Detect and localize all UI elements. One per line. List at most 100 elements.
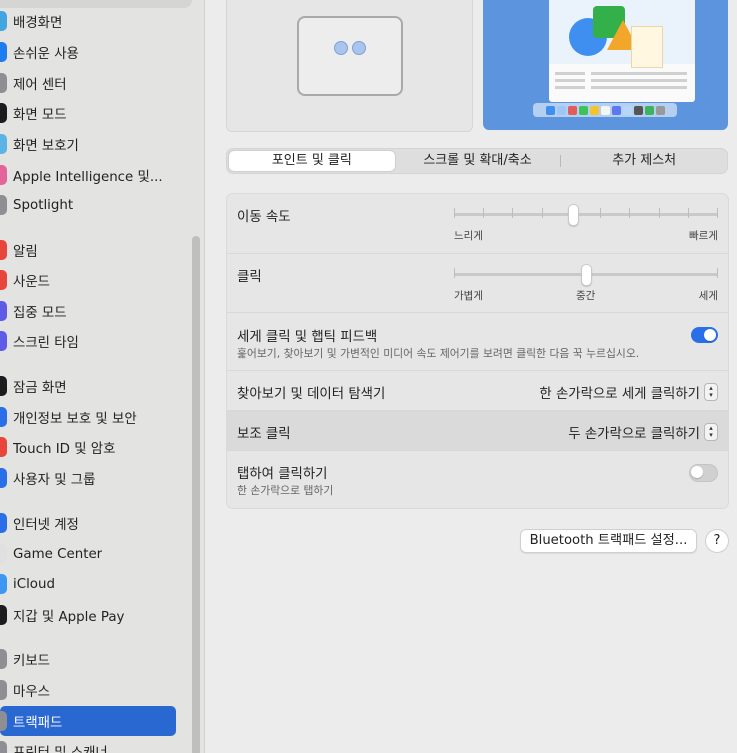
click-label: 클릭 [237, 270, 262, 285]
slider-tick [454, 208, 455, 218]
tab-more-gestures[interactable]: 추가 제스처 [561, 151, 727, 171]
main-content: 포인트 및 클릭 스크롤 및 확대/축소 추가 제스처 이동 속도 느리게 빠르… [205, 0, 737, 753]
slider-tick [512, 208, 513, 218]
sidebar-item[interactable]: 제어 센터 [0, 68, 176, 98]
internet-accounts-icon [0, 513, 7, 533]
tab-scroll-and-zoom[interactable]: 스크롤 및 확대/축소 [395, 151, 561, 171]
sidebar-item-label: 배경화면 [13, 16, 63, 31]
sidebar-item[interactable]: Spotlight [0, 190, 176, 220]
toggle-knob [691, 466, 703, 478]
slider-tick [688, 208, 689, 218]
sidebar-item[interactable]: 사용자 및 그룹 [0, 463, 176, 493]
sound-icon [0, 270, 7, 290]
click-row: 클릭 가볍게 중간 세게 [227, 253, 728, 313]
sidebar-item-label: Touch ID 및 암호 [13, 442, 116, 457]
printer-icon [0, 741, 7, 753]
sidebar-item[interactable]: 잠금 화면 [0, 371, 176, 401]
sidebar-item[interactable]: 트랙패드 [0, 706, 176, 736]
slider-tick [717, 268, 718, 278]
game-center-icon [0, 544, 7, 564]
sidebar-item-label: Game Center [13, 546, 103, 562]
sidebar-item[interactable]: Touch ID 및 암호 [0, 432, 176, 462]
sidebar-item[interactable]: 화면 모드 [0, 98, 176, 128]
tab-point-and-click[interactable]: 포인트 및 클릭 [229, 151, 395, 171]
sidebar-item-label: Apple Intelligence 및... [13, 170, 163, 185]
tracking-speed-max-label: 빠르게 [689, 230, 718, 242]
sidebar-item[interactable]: 집중 모드 [0, 296, 176, 326]
gesture-video-preview [483, 0, 728, 130]
sidebar-item-label: 트랙패드 [13, 716, 63, 731]
apple-intelligence-icon [0, 165, 7, 185]
popup-chevron-icon: ▴ ▾ [704, 383, 718, 401]
sidebar-item[interactable]: 프린터 및 스캐너 [0, 736, 176, 753]
mouse-icon [0, 680, 7, 700]
sidebar-item[interactable]: 인터넷 계정 [0, 508, 176, 538]
sidebar-item-label: 손쉬운 사용 [13, 47, 79, 62]
wallpaper-icon [0, 11, 7, 31]
sidebar-item-label: iCloud [13, 576, 55, 592]
sidebar-item[interactable]: 손쉬운 사용 [0, 37, 176, 67]
sidebar-item[interactable]: 개인정보 보호 및 보안 [0, 402, 176, 432]
accessibility-icon [0, 42, 7, 62]
sidebar-item[interactable]: 알림 [0, 235, 176, 265]
toggle-knob [704, 329, 716, 341]
finger-dot [352, 41, 366, 55]
help-button[interactable]: ? [705, 529, 729, 553]
users-groups-icon [0, 468, 7, 488]
tap-to-click-description: 한 손가락으로 탭하기 [237, 484, 334, 497]
slider-track [454, 213, 718, 216]
force-click-description: 훑어보기, 찾아보기 및 가변적인 미디어 속도 제어기를 보려면 클릭한 다음… [237, 347, 640, 360]
sidebar-item[interactable]: 사운드 [0, 265, 176, 295]
lookup-popup[interactable]: 한 손가락으로 세게 클릭하기 ▴ ▾ [539, 382, 718, 402]
preview-text-line [555, 72, 585, 75]
focus-icon [0, 301, 7, 321]
control-center-icon [0, 73, 7, 93]
slider-knob[interactable] [581, 264, 592, 286]
tap-to-click-toggle[interactable] [689, 464, 718, 482]
sidebar-item-label: 스크린 타임 [13, 336, 79, 351]
tracking-speed-label: 이동 속도 [237, 210, 291, 225]
sidebar-scrollbar[interactable] [192, 236, 200, 753]
force-click-row: 세게 클릭 및 햅틱 피드백 훑어보기, 찾아보기 및 가변적인 미디어 속도 … [227, 312, 728, 371]
slider-tick [483, 208, 484, 218]
screen-saver-icon [0, 134, 7, 154]
sidebar-item-label: 개인정보 보호 및 보안 [13, 412, 137, 427]
lock-screen-icon [0, 376, 7, 396]
sidebar-item-label: 제어 센터 [13, 78, 67, 93]
preview-text-line [555, 86, 585, 89]
click-mid-label: 중간 [576, 290, 596, 302]
slider-knob[interactable] [568, 204, 579, 226]
trackpad-preview [226, 0, 473, 132]
notifications-icon [0, 240, 7, 260]
lookup-row: 찾아보기 및 데이터 탐색기 한 손가락으로 세게 클릭하기 ▴ ▾ [227, 370, 728, 411]
force-click-label: 세게 클릭 및 햅틱 피드백 [237, 330, 378, 345]
tap-to-click-row: 탭하여 클릭하기 한 손가락으로 탭하기 [227, 450, 728, 508]
preview-text-line [591, 72, 687, 75]
sidebar-item[interactable]: 마우스 [0, 675, 176, 705]
sidebar-item[interactable]: 배경화면 [0, 6, 176, 36]
sidebar-item[interactable]: Game Center [0, 539, 176, 569]
force-click-toggle[interactable] [691, 327, 718, 343]
trackpad-illustration [297, 16, 403, 96]
trackpad-icon [0, 711, 7, 731]
sidebar-item[interactable]: Apple Intelligence 및... [0, 160, 176, 190]
preview-window [549, 0, 695, 102]
slider-tick [454, 268, 455, 278]
slider-tick [600, 208, 601, 218]
sidebar-item-label: 사용자 및 그룹 [13, 473, 96, 488]
bluetooth-trackpad-setup-button[interactable]: Bluetooth 트랙패드 설정... [520, 529, 697, 553]
click-max-label: 세게 [698, 290, 718, 302]
secondary-click-popup[interactable]: 두 손가락으로 클릭하기 ▴ ▾ [568, 422, 718, 442]
icloud-icon [0, 574, 7, 594]
sidebar-item[interactable]: 스크린 타임 [0, 326, 176, 356]
sidebar-item[interactable]: iCloud [0, 569, 176, 599]
touch-id-icon [0, 437, 7, 457]
click-pressure-slider[interactable] [454, 264, 718, 286]
tracking-speed-slider[interactable] [454, 204, 718, 226]
sidebar-item[interactable]: 화면 보호기 [0, 129, 176, 159]
sidebar-item-label: 알림 [13, 245, 38, 260]
sidebar-item[interactable]: 키보드 [0, 644, 176, 674]
preview-image [549, 0, 695, 68]
sidebar-item[interactable]: 지갑 및 Apple Pay [0, 600, 176, 630]
finger-dot [334, 41, 348, 55]
